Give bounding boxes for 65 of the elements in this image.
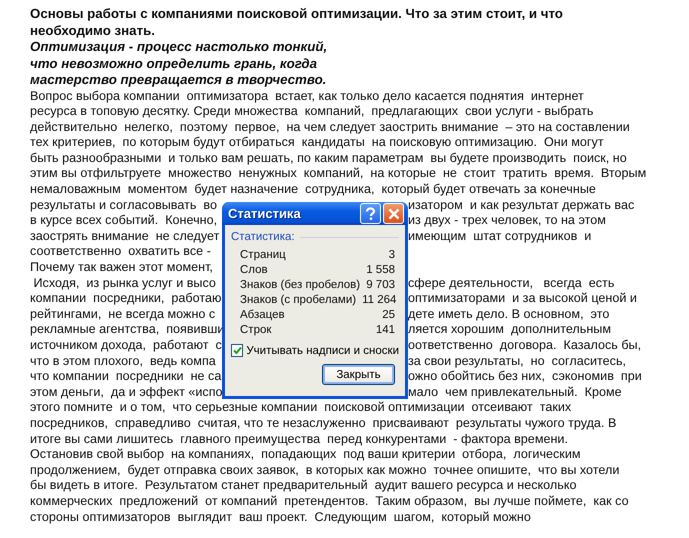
body-text-fragment: заострять внимание не следует	[30, 228, 220, 244]
body-text-line: этим вы отфильтруете множество ненужных компаний, на которые не стоит тратить время. Вторым	[30, 166, 646, 182]
title-close-button[interactable]	[383, 203, 404, 224]
body-text-line: продолжением, будет отправка своих заявок, в которых как можно точнее опишите, что вы хотели	[30, 462, 620, 478]
body-text-line: итоге вы сами лишитесь главного преимущества перед конкурентами - фактора времени.	[30, 432, 568, 448]
body-text-fragment: рейтингами, не всегда можно с	[30, 306, 216, 322]
body-text-fragment: ляется хорошим дополнительным	[408, 322, 611, 338]
close-button[interactable]: Закрыть	[322, 364, 395, 385]
body-text-fragment: оптимизаторами и за высокой ценой и	[408, 291, 637, 307]
body-text-line: стороны оптимизаторов выглядит ваш проект. Следующим шагом, который можно	[30, 510, 531, 526]
heading-text: Основы работы с компаниями поисковой оптимизации. Что за этим стоит, и что	[30, 6, 563, 22]
stat-label: Слов	[240, 263, 268, 278]
stat-label: Знаков (без пробелов)	[240, 278, 360, 293]
body-text-line: бы видеть в итоге. Результатом станет предварительный аудит вашего ресурса и несколько	[30, 478, 576, 494]
body-text-fragment: изатором и как результат держать вас	[408, 198, 634, 214]
body-text-line: Остановив свой выбор на компаниях, попадающих под ваши критерии отбора, логическим	[30, 447, 581, 463]
stat-label: Страниц	[240, 248, 286, 263]
body-text-fragment: сфере деятельности, всегда есть	[408, 276, 614, 292]
body-text-fragment: результаты и согласовывать во	[30, 198, 217, 214]
body-text-fragment: что компании посредники не са	[30, 369, 222, 385]
body-text-fragment: Исходя, из рынка услуг и высо	[32, 276, 216, 292]
checkbox[interactable]	[231, 344, 244, 357]
stat-label: Знаков (с пробелами)	[240, 293, 356, 308]
heading-text: необходимо знать.	[30, 22, 155, 39]
stat-value: 1 558	[366, 263, 395, 278]
epigraph-text: что невозможно определить грань, когда	[30, 56, 317, 72]
stat-value: 11 264	[362, 293, 396, 308]
body-text-line: быть разнообразными и только вам решать, по каким параметрам вы будете производить поиск, но	[30, 150, 627, 166]
close-icon	[388, 208, 400, 220]
group-label: Статистика:	[231, 231, 295, 243]
epigraph-text: Оптимизация - процесс настолько тонкий,	[30, 39, 328, 56]
body-text-fragment: компании посредники, работаю	[30, 291, 222, 307]
help-button[interactable]	[360, 203, 381, 224]
body-text-line: этого помните и о том, что серьезные компании поисковой оптимизации отсеивают таких	[30, 400, 572, 416]
body-text-fragment: ожно обойтись без них, сэкономив при	[408, 369, 642, 385]
body-text-fragment: источником дохода, работают с	[30, 338, 222, 354]
stat-label: Абзацев	[240, 308, 285, 323]
stat-value: 25	[382, 308, 395, 323]
body-text-fragment: оответственно договора. Казалось бы,	[408, 338, 642, 354]
stat-value: 9 703	[366, 278, 395, 293]
body-text-fragment: за свои результаты, но согласитесь,	[408, 354, 626, 370]
body-text-line: тех критериев, по которым будут отбираться кандидаты на поисковую оптимизацию. Они могут	[30, 135, 604, 151]
dialog-title: Статистика	[228, 206, 302, 221]
body-text-fragment: из двух - трех человек, то на этом	[408, 213, 606, 229]
body-text-line: немаловажным моментом будет назначение сотрудника, который будет отвечать за конечные	[30, 182, 596, 198]
body-text-line: коммерческих предложений от компаний претендентов. Таким образом, вы лучше поймете, как со	[30, 494, 629, 510]
body-text-fragment: в курсе всех событий. Конечно,	[30, 213, 218, 229]
body-text-fragment: имеющим штат сотрудников и	[408, 228, 592, 244]
body-text-fragment: соответственно охватить все -	[30, 244, 211, 260]
body-text-fragment: мало чем привлекательный. Кроме	[408, 384, 622, 400]
body-text-line: посредников, справедливо считая, что те незаслуженно присваивают результаты чужого труда. В	[30, 416, 616, 432]
body-text-line: ресурса в топовую десятку. Среди множества компаний, предлагающих свои услуги - выбрать	[30, 104, 594, 120]
checkbox-label[interactable]: Учитывать надписи и сноски	[246, 344, 399, 356]
stat-value: 3	[388, 248, 395, 263]
body-text-fragment: Почему так важен этот момент,	[30, 260, 213, 276]
stat-value: 141	[376, 323, 395, 338]
stat-label: Строк	[240, 323, 272, 338]
body-text-fragment: что в этом плохого, ведь компа	[30, 354, 216, 370]
epigraph-text: мастерство превращается в творчество.	[30, 72, 326, 88]
body-text-line: действительно нелегко, поэтому первое, на чем следует заострить внимание – это на составлении	[30, 120, 630, 136]
body-text-fragment: дете иметь дело. В основном, это	[408, 306, 610, 322]
body-text-fragment: рекламные агентства, появивши	[30, 322, 224, 338]
body-text-fragment: этом деньги, да и эффект «испо	[30, 384, 223, 400]
question-mark-icon	[365, 206, 376, 220]
body-text-line: Вопрос выбора компании оптимизатора встает, как только дело касается поднятия интернет	[30, 88, 584, 104]
